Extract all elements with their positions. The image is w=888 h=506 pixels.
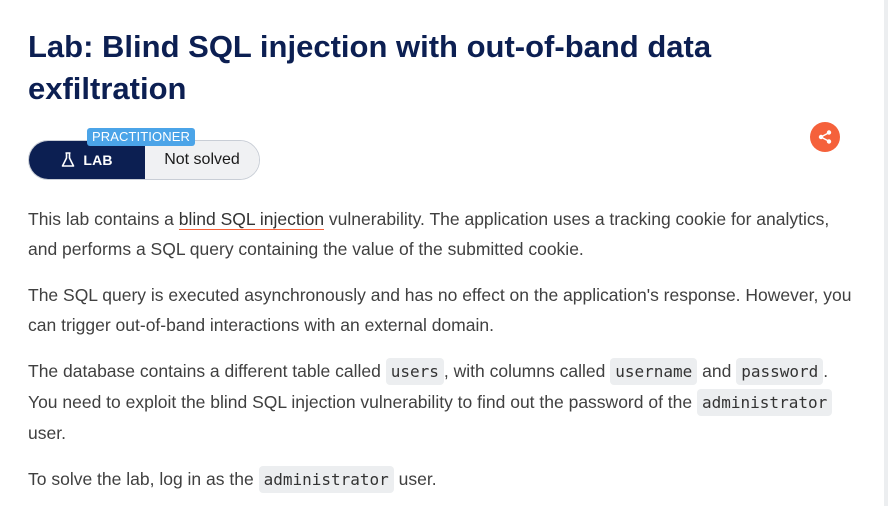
text: , with columns called (443, 361, 611, 381)
code-username: username (610, 358, 698, 385)
code-users: users (385, 358, 444, 385)
description-paragraph: The database contains a different table … (28, 356, 858, 448)
lab-description: This lab contains a blind SQL injection … (28, 204, 858, 506)
text: The database contains a different table … (28, 361, 386, 381)
text: user. (28, 423, 66, 443)
page-title: Lab: Blind SQL injection with out-of-ban… (28, 29, 712, 106)
badge-pill: LAB Not solved (28, 140, 260, 180)
text: and (697, 361, 737, 381)
share-button[interactable] (810, 122, 840, 152)
scrollbar-track[interactable] (884, 0, 888, 506)
blind-sql-injection-link[interactable]: blind SQL injection (178, 209, 325, 230)
lab-status-badge: LAB Not solved PRACTITIONER (28, 128, 260, 180)
lab-type-label: LAB (29, 141, 145, 179)
code-administrator: administrator (258, 466, 394, 493)
level-tag: PRACTITIONER (87, 128, 195, 146)
description-paragraph: This lab contains a blind SQL injection … (28, 204, 858, 264)
solved-status: Not solved (145, 141, 259, 179)
code-administrator: administrator (697, 389, 833, 416)
lab-type-text: LAB (83, 152, 113, 168)
text: To solve the lab, log in as the (28, 469, 259, 489)
code-password: password (736, 358, 824, 385)
share-icon (818, 130, 832, 144)
description-paragraph: The SQL query is executed asynchronously… (28, 285, 852, 335)
text: This lab contains a (28, 209, 179, 229)
description-paragraph: To solve the lab, log in as the administ… (28, 464, 858, 495)
flask-icon (62, 152, 75, 167)
text: user. (393, 469, 437, 489)
